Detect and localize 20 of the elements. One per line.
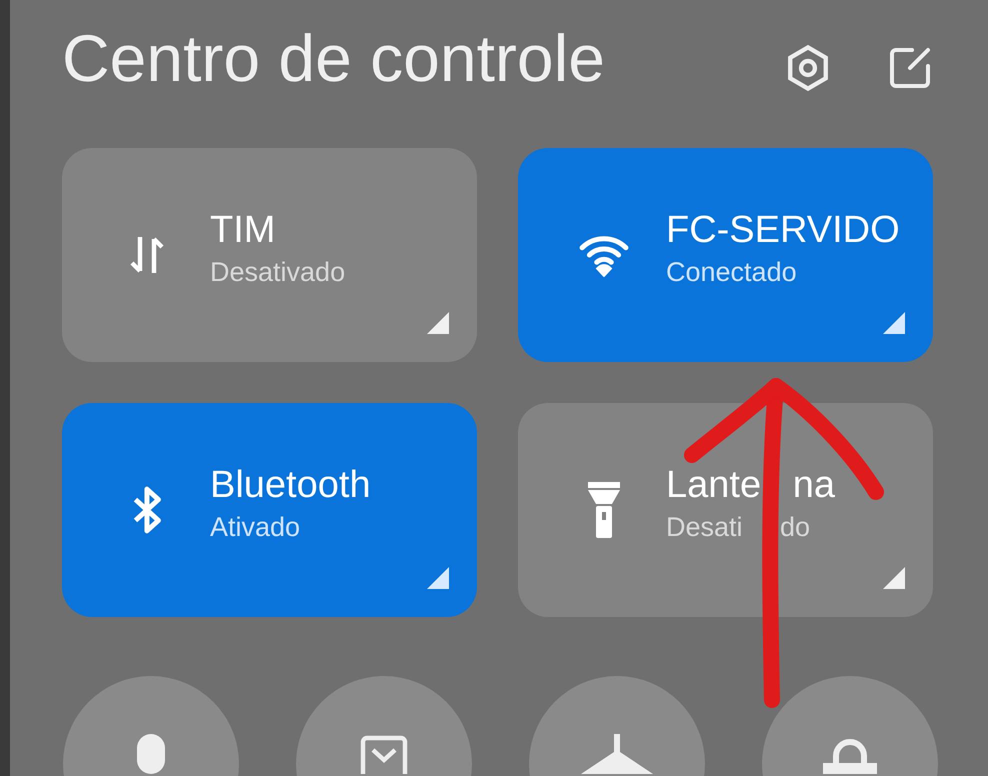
corner-indicator-icon	[883, 567, 905, 589]
toggle-tile[interactable]: TIM Desativado	[62, 148, 477, 362]
tile-status: Desati do	[666, 514, 812, 540]
screenshot-icon	[359, 734, 409, 774]
corner-indicator-icon	[427, 567, 449, 589]
tile-status: Desativado	[210, 258, 346, 286]
tile-title: TIM	[210, 210, 276, 248]
tile-title: FC-SERVIDO	[666, 210, 900, 248]
toggle-tile[interactable]: Bluetooth Ativado	[62, 403, 477, 617]
corner-indicator-icon	[427, 312, 449, 334]
tile-status: Conectado	[666, 258, 798, 286]
tile-status: Ativado	[210, 514, 302, 540]
header-title: Centro de controle	[62, 25, 605, 91]
tile-title: Lante na	[666, 466, 836, 504]
toggle-tile[interactable]: FC-SERVIDO Conectado	[518, 148, 933, 362]
corner-indicator-icon	[883, 312, 905, 334]
toggle-tile[interactable]: Lante na Desati do	[518, 403, 933, 617]
tile-title: Bluetooth	[210, 466, 371, 504]
mic-icon	[137, 734, 165, 774]
flashlight-icon	[588, 482, 620, 538]
